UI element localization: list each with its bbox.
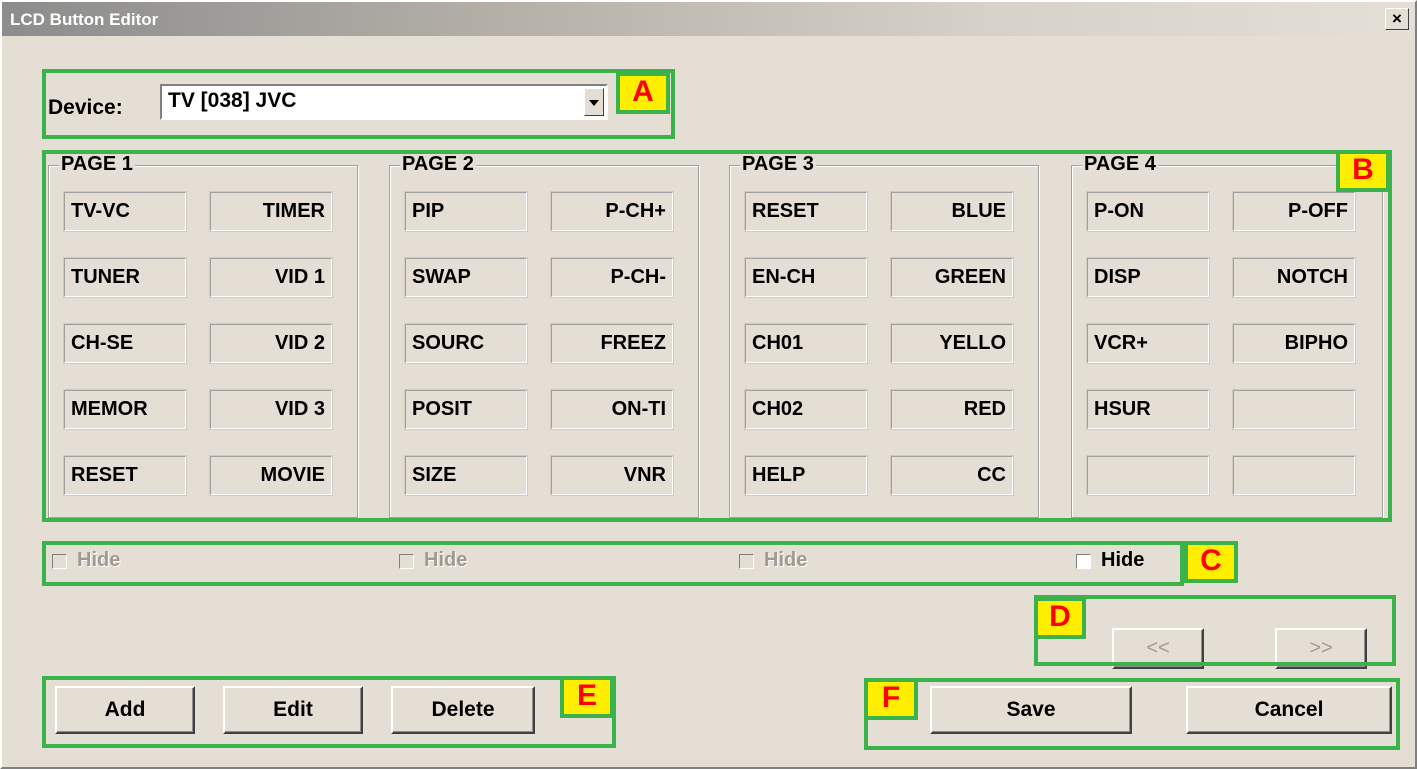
annotation-label-d: D	[1034, 597, 1086, 639]
window-title: LCD Button Editor	[10, 10, 159, 29]
close-button[interactable]: ×	[1385, 8, 1409, 30]
annotation-label-f: F	[864, 678, 918, 720]
annotation-label-b: B	[1336, 150, 1390, 192]
annotation-box-b	[42, 150, 1392, 522]
lcd-button-editor-window: LCD Button Editor × Device: TV [038] JVC…	[0, 0, 1417, 769]
annotation-box-d	[1034, 595, 1396, 666]
annotation-label-c: C	[1184, 541, 1238, 583]
annotation-box-f	[864, 678, 1400, 750]
title-bar[interactable]: LCD Button Editor ×	[2, 2, 1415, 36]
annotation-box-a	[42, 69, 675, 139]
close-icon: ×	[1392, 9, 1402, 28]
annotation-label-a: A	[616, 72, 670, 114]
annotation-label-e: E	[560, 676, 614, 718]
annotation-box-c	[42, 541, 1184, 586]
annotation-box-e	[42, 676, 616, 748]
